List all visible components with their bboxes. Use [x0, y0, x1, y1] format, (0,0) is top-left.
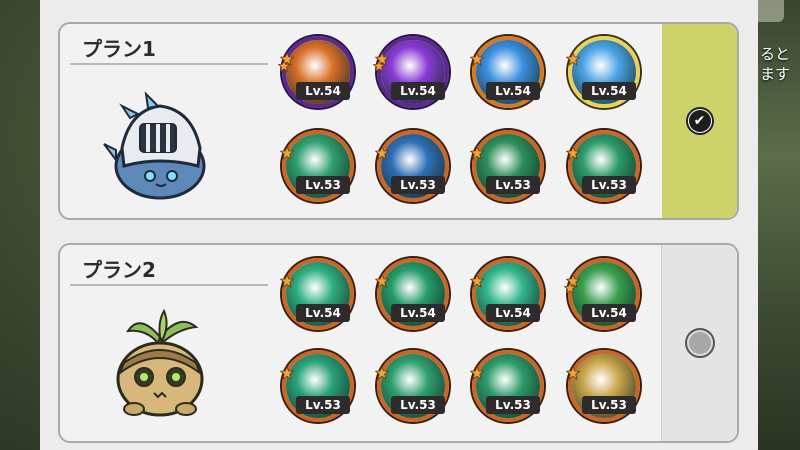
plan-select-area[interactable]: ✔ — [662, 24, 737, 218]
skill-level-badge: Lv.54 — [391, 82, 445, 100]
rank-star-icon — [564, 282, 576, 294]
skill-orb[interactable]: Lv.53 — [280, 350, 354, 422]
skill-orb[interactable]: Lv.54 — [375, 258, 449, 330]
skill-orb[interactable]: Lv.53 — [280, 130, 354, 202]
skill-orb[interactable]: Lv.54 — [564, 258, 640, 330]
rank-star-icon — [566, 52, 580, 66]
skill-level-badge: Lv.53 — [391, 396, 445, 414]
rank-star-icon — [375, 274, 389, 288]
skill-orb[interactable]: Lv.54 — [470, 258, 544, 330]
skill-level-badge: Lv.53 — [296, 396, 350, 414]
plan-title: プラン1 — [82, 37, 156, 61]
skill-level-badge: Lv.54 — [582, 82, 636, 100]
skill-orb[interactable]: Lv.54 — [280, 258, 354, 330]
skill-orb[interactable]: Lv.53 — [566, 130, 640, 202]
skill-orb[interactable]: Lv.53 — [375, 350, 449, 422]
rank-star-icon — [566, 146, 580, 160]
rank-star-icon — [470, 274, 484, 288]
plan-select-area[interactable] — [661, 245, 737, 441]
skill-level-badge: Lv.54 — [582, 304, 636, 322]
skill-orb[interactable]: Lv.54 — [373, 36, 449, 108]
rank-star-icon — [280, 366, 294, 380]
rank-star-icon — [470, 52, 484, 66]
skill-level-badge: Lv.53 — [391, 176, 445, 194]
rank-star-icon — [280, 274, 294, 288]
skill-orb[interactable]: Lv.53 — [470, 350, 544, 422]
skill-level-badge: Lv.53 — [582, 396, 636, 414]
skill-orb[interactable]: Lv.53 — [470, 130, 544, 202]
rank-star-icon — [373, 60, 385, 72]
sprout-seed-creature-icon — [116, 308, 204, 417]
background-side-text: ると ます — [760, 44, 790, 84]
skill-level-badge: Lv.53 — [582, 176, 636, 194]
skill-level-badge: Lv.54 — [391, 304, 445, 322]
rank-star-icon — [470, 366, 484, 380]
plan-title-underline — [70, 284, 268, 286]
side-text-line: ます — [759, 65, 790, 83]
rank-star-icon — [566, 366, 580, 380]
skill-level-badge: Lv.53 — [296, 176, 350, 194]
skill-level-badge: Lv.54 — [486, 82, 540, 100]
rank-star-icon — [375, 366, 389, 380]
background-close-tab — [754, 0, 784, 22]
rank-star-icon — [280, 146, 294, 160]
skill-orb[interactable]: Lv.54 — [278, 36, 354, 108]
rank-star-icon — [375, 146, 389, 160]
plan-title-underline — [70, 63, 268, 65]
skill-level-badge: Lv.54 — [296, 82, 350, 100]
skill-level-badge: Lv.54 — [486, 304, 540, 322]
plan-title: プラン2 — [82, 258, 156, 282]
knight-helmet-slime-icon — [103, 91, 206, 200]
selected-check-icon[interactable]: ✔ — [685, 107, 714, 135]
skill-orb[interactable]: Lv.53 — [566, 350, 640, 422]
skill-level-badge: Lv.54 — [296, 304, 350, 322]
rank-star-icon — [278, 60, 290, 72]
skill-level-badge: Lv.53 — [486, 176, 540, 194]
unselected-radio-icon[interactable] — [684, 328, 715, 358]
skill-orb[interactable]: Lv.54 — [566, 36, 640, 108]
skill-level-badge: Lv.53 — [486, 396, 540, 414]
side-text-line: ると — [759, 45, 790, 63]
skill-orb[interactable]: Lv.54 — [470, 36, 544, 108]
skill-orb[interactable]: Lv.53 — [375, 130, 449, 202]
rank-star-icon — [470, 146, 484, 160]
